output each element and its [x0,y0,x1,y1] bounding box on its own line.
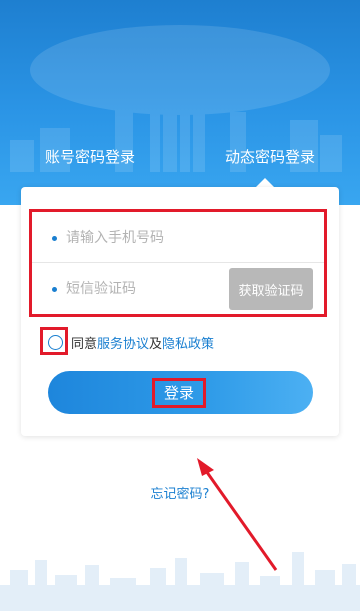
agreement-text: 同意服务协议及隐私政策 [71,333,214,352]
agree-prefix: 同意 [71,337,98,352]
agree-radio[interactable] [48,335,63,350]
login-tabs: 账号密码登录 动态密码登录 [0,142,360,182]
bullet-icon [52,236,57,241]
header-banner: 账号密码登录 动态密码登录 [0,0,360,205]
forgot-password-link[interactable]: 忘记密码? [140,483,220,503]
input-highlight-box: 获取验证码 [29,209,327,317]
get-code-button[interactable]: 获取验证码 [229,268,313,310]
agreement-row: 同意服务协议及隐私政策 [40,327,320,357]
privacy-policy-link[interactable]: 隐私政策 [162,337,214,352]
phone-field [32,212,324,263]
phone-input[interactable] [66,224,236,252]
agree-and: 及 [149,337,163,352]
service-agreement-link[interactable]: 服务协议 [97,337,149,352]
sms-code-input[interactable] [66,275,236,303]
agree-checkbox-highlight [40,327,68,355]
sms-code-field: 获取验证码 [32,263,324,314]
tab-dynamic-password[interactable]: 动态密码登录 [210,142,330,172]
bullet-icon [52,287,57,292]
login-button-label[interactable]: 登录 [152,378,206,408]
active-tab-indicator [256,178,274,187]
tab-account-password[interactable]: 账号密码登录 [30,142,150,172]
city-skyline-footer [0,552,360,611]
